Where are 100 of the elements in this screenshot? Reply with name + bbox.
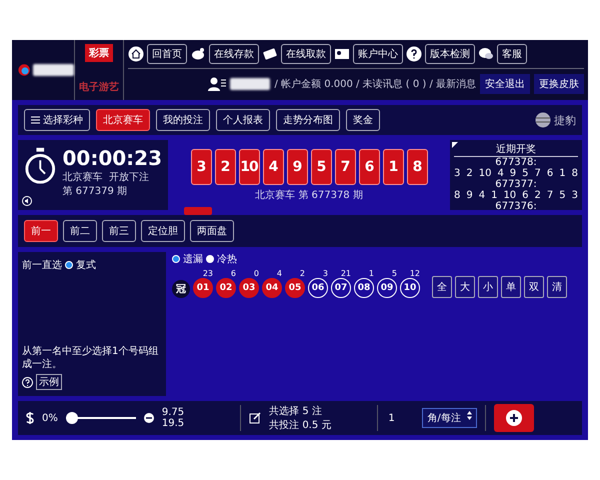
play-tab[interactable]: 前二 <box>63 220 97 242</box>
home-icon[interactable] <box>128 46 144 62</box>
play-tab[interactable]: 前三 <box>102 220 136 242</box>
draw-number: 8 <box>454 190 460 201</box>
redacted-block <box>33 64 74 76</box>
toolbar-tab[interactable]: 北京赛车 <box>96 109 150 131</box>
draw-number: 2 <box>534 190 541 201</box>
number-ball[interactable]: 04 <box>262 278 282 298</box>
miss-count: 5 <box>392 269 397 278</box>
number-ball[interactable]: 09 <box>377 278 397 298</box>
speaker-icon[interactable] <box>22 196 32 206</box>
result-card: 4 <box>262 148 284 184</box>
number-ball[interactable]: 05 <box>285 278 305 298</box>
miss-count: 2 <box>300 269 305 278</box>
odds-value: 9.75 <box>162 407 184 418</box>
quick-select-button[interactable]: 全 <box>432 276 452 298</box>
redacted-block <box>230 78 270 90</box>
number-ball[interactable]: 03 <box>239 278 259 298</box>
draw-number: 10 <box>478 168 492 179</box>
result-card: 5 <box>310 148 332 184</box>
menu-button[interactable]: 选择彩种 <box>24 109 90 131</box>
result-card: 7 <box>334 148 356 184</box>
quick-select-button[interactable]: 大 <box>455 276 475 298</box>
toolbar-tab[interactable]: 奖金 <box>346 109 380 131</box>
draw-status: 北京赛车 开放下注 <box>62 170 150 184</box>
draw-number: 4 <box>478 190 486 201</box>
caret-icon <box>466 411 472 420</box>
draw-number: 4 <box>497 168 504 179</box>
play-tab[interactable]: 前一 <box>24 220 58 242</box>
help-icon[interactable] <box>22 376 33 388</box>
bet-summary: 共选择 5 注 <box>269 404 323 418</box>
recent-title: 近期开奖 <box>454 142 578 157</box>
issue-number: 第 677379 期 <box>62 184 128 198</box>
draw-number: 9 <box>510 168 516 179</box>
number-ball[interactable]: 07 <box>331 278 351 298</box>
brand-name: 捷豹 <box>554 112 576 128</box>
odds-value: 19.5 <box>162 418 184 429</box>
category-tab[interactable]: 彩票 <box>85 44 113 62</box>
number-ball[interactable]: 10 <box>400 278 420 298</box>
id-card-icon[interactable] <box>334 46 350 62</box>
quick-select-button[interactable]: 单 <box>501 276 521 298</box>
quick-select-button[interactable]: 小 <box>478 276 498 298</box>
nav-button[interactable]: 在线存款 <box>209 44 259 64</box>
toolbar-tab[interactable]: 个人报表 <box>216 109 270 131</box>
view-radio[interactable] <box>172 255 180 263</box>
draw-number: 3 <box>454 168 460 179</box>
nav-button[interactable]: 客服 <box>497 44 527 64</box>
draw-number: 10 <box>503 190 516 201</box>
draw-number: 6 <box>546 168 554 179</box>
play-tab[interactable]: 定位胆 <box>141 220 185 242</box>
play-name: 前一直选 <box>22 258 62 272</box>
miss-count: 23 <box>202 269 213 278</box>
piggy-bank-icon[interactable] <box>190 46 206 62</box>
nav-button[interactable]: 回首页 <box>147 44 187 64</box>
bet-summary: 共投注 0.5 元 <box>269 418 332 432</box>
add-bet-button[interactable] <box>494 404 534 432</box>
corner-mark-icon <box>452 142 458 148</box>
result-card: 3 <box>190 148 212 184</box>
globe-icon <box>535 112 551 128</box>
countdown-timer: 00:00:23 <box>62 146 162 170</box>
nav-button[interactable]: 账户中心 <box>353 44 403 64</box>
help-icon[interactable] <box>406 46 422 62</box>
number-ball[interactable]: 06 <box>308 278 328 298</box>
quick-select-button[interactable]: 双 <box>524 276 544 298</box>
draw-number: 7 <box>546 190 554 201</box>
slider-thumb[interactable] <box>66 412 78 424</box>
result-card: 10 <box>238 148 260 184</box>
miss-count: 21 <box>340 269 351 278</box>
user-icon <box>208 77 226 91</box>
draw-number: 7 <box>534 168 541 179</box>
example-button[interactable]: 示例 <box>36 374 62 390</box>
view-radio[interactable] <box>206 255 214 263</box>
miss-count: 6 <box>230 269 236 278</box>
account-button[interactable]: 安全退出 <box>480 74 530 94</box>
miss-count: 12 <box>410 269 420 278</box>
result-card: 9 <box>286 148 308 184</box>
toolbar-tab[interactable]: 走势分布图 <box>276 109 340 131</box>
number-ball[interactable]: 02 <box>216 278 236 298</box>
mode-label: 复式 <box>76 258 96 272</box>
mode-radio[interactable] <box>65 261 73 269</box>
toolbar-tab[interactable]: 我的投注 <box>156 109 210 131</box>
nav-button[interactable]: 在线取款 <box>281 44 331 64</box>
number-ball[interactable]: 01 <box>193 278 213 298</box>
draw-number: 1 <box>491 190 498 201</box>
result-card: 1 <box>382 148 404 184</box>
nav-button[interactable]: 版本检测 <box>425 44 475 64</box>
draw-number: 5 <box>559 190 566 201</box>
draw-number: 1 <box>559 168 566 179</box>
number-ball[interactable]: 08 <box>354 278 374 298</box>
quick-select-button[interactable]: 清 <box>547 276 567 298</box>
result-card: 2 <box>214 148 236 184</box>
draw-issue: 677378: <box>494 157 538 168</box>
multiple-input[interactable]: 1 <box>386 412 414 424</box>
play-tab[interactable]: 两面盘 <box>190 220 234 242</box>
account-button[interactable]: 更换皮肤 <box>534 74 584 94</box>
chat-icon[interactable] <box>478 46 494 62</box>
draw-number: 8 <box>572 168 578 179</box>
minus-icon[interactable] <box>144 413 154 423</box>
unit-select[interactable]: 角/每注 <box>422 408 477 428</box>
draw-number: 9 <box>466 190 473 201</box>
